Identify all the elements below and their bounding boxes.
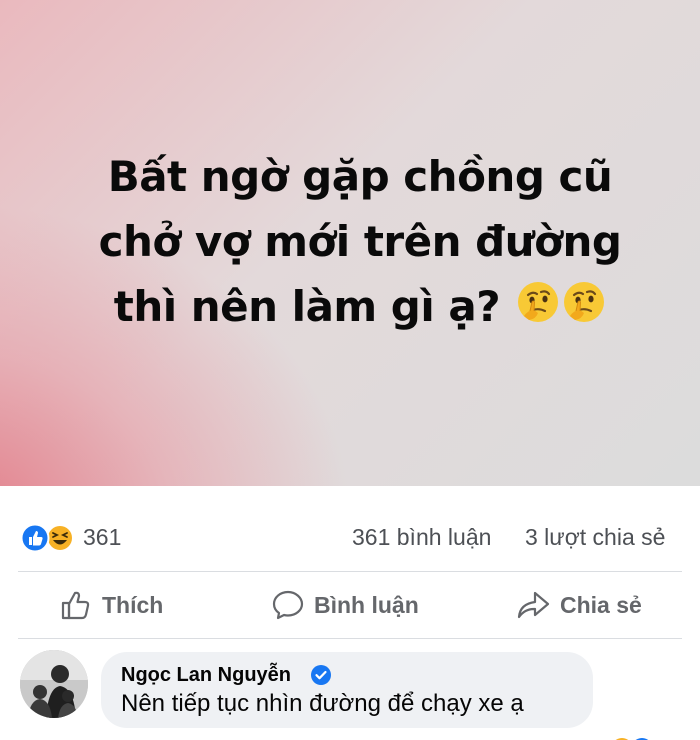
verified-badge-icon xyxy=(310,664,332,686)
comment-bubble-icon xyxy=(272,590,304,620)
divider-bottom xyxy=(18,638,682,639)
shares-count[interactable]: 3 lượt chia sẻ xyxy=(525,524,665,551)
like-button[interactable]: Thích xyxy=(60,586,163,624)
comment-button[interactable]: Bình luận xyxy=(272,586,419,624)
comment-label: Bình luận xyxy=(314,591,419,618)
comment-text: Nên tiếp tục nhìn đường để chạy xe ạ xyxy=(121,690,524,717)
thinking-face-icon xyxy=(562,277,606,342)
like-icon xyxy=(20,523,50,553)
post-text: Bất ngờ gặp chồng cũ chở vợ mới trên đườ… xyxy=(40,144,680,342)
share-label: Chia sẻ xyxy=(560,591,642,618)
avatar[interactable] xyxy=(20,650,88,718)
comment-author[interactable]: Ngọc Lan Nguyễn xyxy=(121,664,291,687)
comments-count[interactable]: 361 bình luận xyxy=(352,524,491,551)
post-line-3: thì nên làm gì ạ? xyxy=(40,274,680,342)
post-line-1: Bất ngờ gặp chồng cũ xyxy=(107,152,613,201)
share-arrow-icon xyxy=(517,591,550,619)
reaction-icons-partial xyxy=(608,732,658,740)
thumbs-up-icon xyxy=(61,591,90,620)
reaction-count[interactable]: 361 xyxy=(83,524,121,551)
post-line-3-text: thì nên làm gì ạ? xyxy=(113,282,501,331)
divider-top xyxy=(18,571,682,572)
reaction-icons[interactable] xyxy=(20,523,76,553)
thinking-face-icon xyxy=(516,277,560,342)
haha-icon xyxy=(46,524,74,552)
share-button[interactable]: Chia sẻ xyxy=(516,586,642,624)
like-label: Thích xyxy=(102,591,164,618)
post-line-2: chở vợ mới trên đường xyxy=(98,217,622,266)
